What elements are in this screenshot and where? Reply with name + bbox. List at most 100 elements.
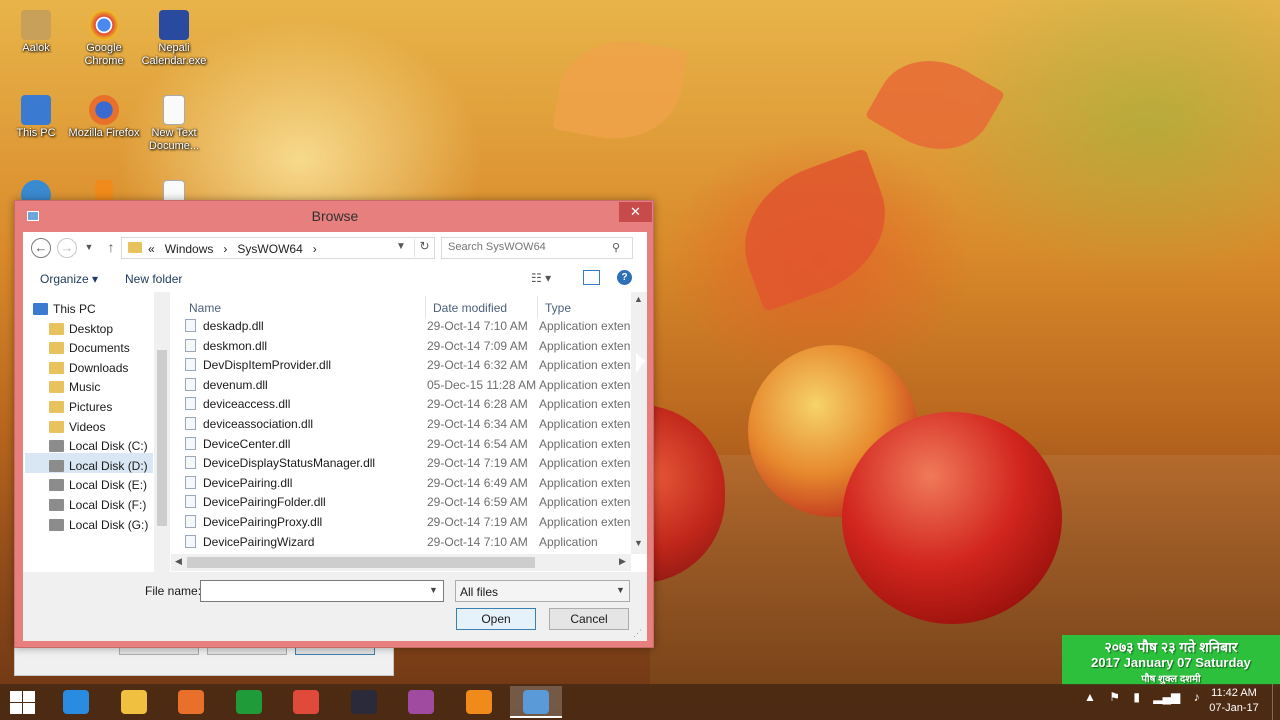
file-row[interactable]: DevicePairing.dll 29-Oct-14 6:49 AM Applic… xyxy=(183,473,630,493)
nav-item-desktop[interactable]: Desktop xyxy=(49,322,113,341)
navigation-scrollbar[interactable] xyxy=(154,292,170,572)
power-icon[interactable]: ▮ xyxy=(1133,690,1140,704)
search-input[interactable] xyxy=(448,241,608,253)
desktop-icon-firefox[interactable]: Mozilla Firefox xyxy=(68,95,140,140)
file-row[interactable]: deskadp.dll 29-Oct-14 7:10 AM Application … xyxy=(183,316,630,336)
search-icon[interactable]: ⚲ xyxy=(612,241,620,254)
file-name-input[interactable]: ▼ xyxy=(200,580,444,602)
nepali-calendar-widget[interactable]: २०७३ पौष २३ गते शनिबार 2017 January 07 S… xyxy=(1062,635,1280,685)
desktop-icon-nepali-calendar[interactable]: Nepali Calendar.exe xyxy=(138,10,210,68)
help-icon[interactable]: ? xyxy=(617,270,632,285)
scroll-down-arrow-icon[interactable]: ▼ xyxy=(634,538,643,548)
file-row[interactable]: DevicePairingWizard 29-Oct-14 7:10 AM Appl… xyxy=(183,532,629,552)
file-row[interactable]: deviceaccess.dll 29-Oct-14 6:28 AM Applica… xyxy=(183,394,631,414)
clock-date[interactable]: 07-Jan-17 xyxy=(1206,702,1262,714)
column-divider[interactable] xyxy=(537,296,538,318)
search-box[interactable]: ⚲ xyxy=(441,237,633,259)
nav-item-local-disk-g[interactable]: Local Disk (G:) xyxy=(49,518,148,537)
taskbar-app-firefox[interactable] xyxy=(165,686,217,718)
show-desktop-button[interactable] xyxy=(1272,684,1280,720)
file-row[interactable]: DevDispItemProvider.dll 29-Oct-14 6:32 AM… xyxy=(183,355,630,375)
cancel-button[interactable]: Cancel xyxy=(549,608,629,630)
chevron-down-icon[interactable]: ▼ xyxy=(396,241,406,252)
column-divider[interactable] xyxy=(425,296,426,318)
scroll-right-arrow-icon[interactable]: ▶ xyxy=(619,556,626,567)
preview-pane-icon[interactable] xyxy=(583,270,600,285)
nav-item-local-disk-c[interactable]: Local Disk (C:) xyxy=(49,439,148,458)
nav-item-documents[interactable]: Documents xyxy=(49,341,130,360)
scrollbar-thumb[interactable] xyxy=(187,557,535,568)
organize-button[interactable]: Organize ▾ xyxy=(40,272,98,286)
desktop-icon-aalok[interactable]: Aalok xyxy=(0,10,72,55)
taskbar-app-vlc[interactable] xyxy=(453,686,505,718)
dialog-footer: File name: ▼ All files ▼ Open Cancel ⋰ xyxy=(23,572,647,641)
taskbar-app-media-player[interactable] xyxy=(338,686,390,718)
scroll-up-arrow-icon[interactable]: ▲ xyxy=(634,294,643,304)
file-row[interactable]: DevicePairingFolder.dll 29-Oct-14 6:59 AM… xyxy=(183,492,630,512)
file-row[interactable]: DeviceDisplayStatusManager.dll 29-Oct-14 … xyxy=(183,453,630,473)
desktop-icon-chrome[interactable]: Google Chrome xyxy=(68,10,140,68)
nav-item-local-disk-f[interactable]: Local Disk (F:) xyxy=(49,498,146,517)
file-type: Application xyxy=(539,534,598,549)
taskbar-app-internet-explorer[interactable] xyxy=(50,686,102,718)
dll-file-icon xyxy=(185,338,196,352)
nav-item-videos[interactable]: Videos xyxy=(49,420,105,439)
action-center-flag-icon[interactable]: ⚑ xyxy=(1109,690,1120,704)
desktop-icon-this-pc[interactable]: This PC xyxy=(0,95,72,140)
file-row[interactable]: deskmon.dll 29-Oct-14 7:09 AM Application … xyxy=(183,336,630,356)
taskbar-app-photo-app[interactable] xyxy=(395,686,447,718)
breadcrumb-windows[interactable]: Windows xyxy=(165,242,214,256)
chevron-down-icon[interactable]: ▼ xyxy=(429,585,438,595)
close-button[interactable]: ✕ xyxy=(619,202,652,222)
refresh-icon[interactable]: ↻ xyxy=(414,239,434,257)
taskbar-app-file-explorer[interactable] xyxy=(108,686,160,718)
pictures-folder-icon xyxy=(49,401,64,413)
file-name: deviceassociation.dll xyxy=(203,417,314,431)
resize-grip-icon[interactable]: ⋰ xyxy=(633,628,642,639)
desktop-icon-text-document[interactable]: New Text Docume... xyxy=(138,95,210,153)
volume-icon[interactable]: ♪ xyxy=(1194,690,1200,704)
file-explorer-icon xyxy=(120,690,147,714)
start-button[interactable] xyxy=(9,690,35,714)
nav-item-local-disk-e[interactable]: Local Disk (E:) xyxy=(49,478,147,497)
nav-item-downloads[interactable]: Downloads xyxy=(49,361,128,380)
nav-item-music[interactable]: Music xyxy=(49,380,100,399)
nav-item-pictures[interactable]: Pictures xyxy=(49,400,112,419)
nav-item-local-disk-d[interactable]: Local Disk (D:) xyxy=(49,459,148,478)
scroll-left-arrow-icon[interactable]: ◀ xyxy=(175,556,182,567)
new-folder-button[interactable]: New folder xyxy=(125,272,182,286)
forward-button[interactable]: → xyxy=(57,238,77,258)
file-row[interactable]: deviceassociation.dll 29-Oct-14 6:34 AM Ap… xyxy=(183,414,630,434)
column-header-type[interactable]: Type xyxy=(545,301,571,315)
file-row[interactable]: DeviceCenter.dll 29-Oct-14 6:54 AM Applica… xyxy=(183,434,631,454)
file-type-filter[interactable]: All files ▼ xyxy=(455,580,630,602)
file-name: DevicePairingProxy.dll xyxy=(203,515,323,529)
taskbar-app-store[interactable] xyxy=(223,686,275,718)
change-view-button[interactable]: ☷ ▾ xyxy=(531,271,551,285)
show-hidden-icons-icon[interactable]: ▲ xyxy=(1084,690,1096,704)
file-date-modified: 29-Oct-14 7:19 AM xyxy=(427,456,528,471)
horizontal-scrollbar[interactable]: ◀ ▶ xyxy=(171,554,631,571)
file-row[interactable]: DevicePairingProxy.dll 29-Oct-14 7:19 AM A… xyxy=(183,512,630,532)
taskbar-app-chrome[interactable] xyxy=(280,686,332,718)
scrollbar-thumb[interactable] xyxy=(157,350,167,526)
address-bar[interactable]: « Windows › SysWOW64 › ▼ ↻ xyxy=(121,237,435,259)
up-button[interactable]: ↑ xyxy=(101,238,121,258)
network-signal-icon[interactable]: ▂▄▆ xyxy=(1153,690,1180,704)
vertical-scrollbar[interactable]: ▲ ▼ xyxy=(631,292,647,554)
file-name: DeviceDisplayStatusManager.dll xyxy=(203,456,376,471)
dialog-titlebar[interactable]: Browse ✕ xyxy=(15,201,653,231)
taskbar-app-dialog-window[interactable] xyxy=(510,686,562,718)
music-folder-icon xyxy=(49,381,64,394)
file-type: Application exten xyxy=(539,397,631,412)
open-button[interactable]: Open xyxy=(456,608,536,630)
recent-locations-button[interactable]: ▼ xyxy=(83,238,95,258)
file-type: Application exten xyxy=(539,436,631,451)
breadcrumb-syswow64[interactable]: SysWOW64 xyxy=(237,242,302,256)
file-row[interactable]: devenum.dll 05-Dec-15 11:28 AM Application… xyxy=(183,375,630,395)
clock-time[interactable]: 11:42 AM xyxy=(1206,687,1262,699)
column-header-date-modified[interactable]: Date modified xyxy=(433,301,507,315)
back-button[interactable]: ← xyxy=(31,238,51,258)
column-header-name[interactable]: Name xyxy=(189,301,221,315)
nav-item-this-pc[interactable]: This PC xyxy=(33,302,96,321)
